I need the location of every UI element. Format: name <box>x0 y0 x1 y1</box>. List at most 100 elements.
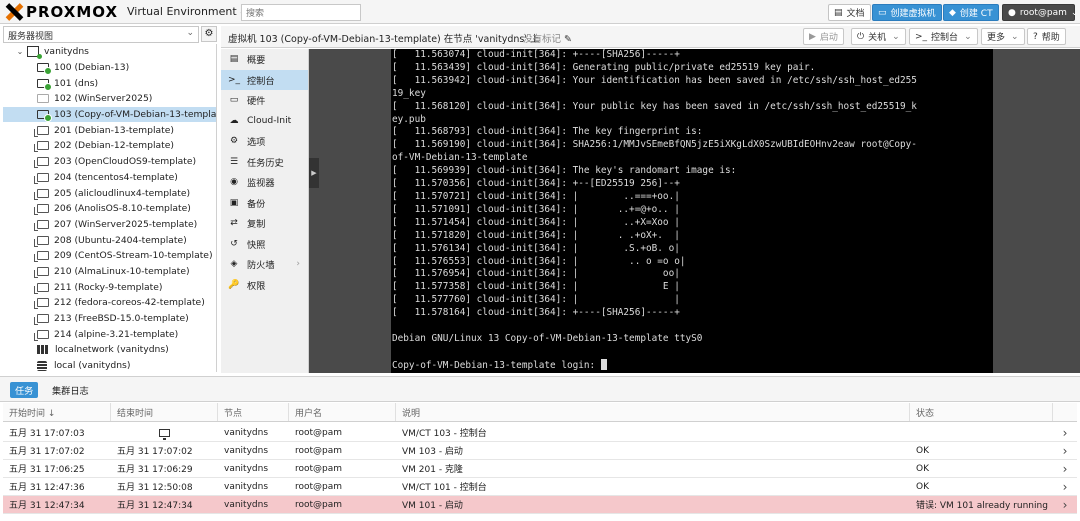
docs-button[interactable]: ▤ 文档 <box>828 4 871 21</box>
proxmox-x-icon <box>4 4 24 20</box>
tree-network[interactable]: localnetwork (vanitydns) <box>3 342 216 358</box>
running-monitor-icon <box>159 428 170 440</box>
tree-vm-item[interactable]: 202 (Debian-12-template) <box>3 138 216 154</box>
terminal-icon: >_ <box>915 31 928 42</box>
cell-node: vanitydns <box>224 499 269 510</box>
vm-monitor-icon <box>37 63 52 76</box>
cell-desc: VM/CT 103 - 控制台 <box>402 429 487 439</box>
tree-vm-item[interactable]: 209 (CentOS-Stream-10-template) <box>3 248 216 264</box>
col-end[interactable]: 结束时间 <box>111 403 218 421</box>
nav-item[interactable]: ▭ 硬件 <box>221 90 308 111</box>
chevron-right-icon[interactable]: › <box>296 259 300 269</box>
page-title: 虚拟机 103 (Copy-of-VM-Debian-13-template) … <box>228 34 540 45</box>
table-row[interactable]: 五月 31 17:07:03 vanitydns root@pam VM/CT 103… <box>3 424 1077 442</box>
console-line: [ 11.578164] cloud-init[364]: +----[SHA2… <box>392 307 680 319</box>
help-button[interactable]: ? 帮助 <box>1027 28 1066 45</box>
console-sidebar-toggle[interactable]: ▶ <box>309 158 319 188</box>
nav-item[interactable]: ⚙ 选项 <box>221 131 308 152</box>
search-input[interactable] <box>241 4 361 21</box>
nav-item[interactable]: ☁ Cloud-Init <box>221 111 308 132</box>
chevron-right-icon[interactable]: › <box>1053 478 1077 495</box>
start-button[interactable]: ▶ 启动 <box>803 28 844 45</box>
collapse-icon[interactable]: ⌄ <box>15 47 25 56</box>
user-menu-button[interactable]: ● root@pam ⌄ <box>1002 4 1078 21</box>
tree-node-root[interactable]: ⌄ vanitydns <box>3 44 216 60</box>
console-line: [ 11.576553] cloud-init[364]: | .. o =o … <box>392 255 686 267</box>
tree-vm-item[interactable]: 101 (dns) <box>3 75 216 91</box>
cell-status: OK <box>916 463 929 474</box>
server-icon <box>27 46 42 60</box>
table-row[interactable]: 五月 31 17:07:02 五月 31 17:07:02 vanitydns roo… <box>3 442 1077 460</box>
create-vm-button[interactable]: ▭ 创建虚拟机 <box>872 4 942 21</box>
tree-vm-item[interactable]: 102 (WinServer2025) <box>3 91 216 107</box>
nav-item[interactable]: 🔑 权限 <box>221 275 308 296</box>
chevron-right-icon[interactable]: › <box>1053 460 1077 477</box>
nav-item[interactable]: ⇄ 复制 <box>221 213 308 234</box>
chevron-right-icon[interactable]: › <box>1053 442 1077 459</box>
nav-icon: ⚙ <box>229 136 239 147</box>
shutdown-button[interactable]: ⏻ 关机 ⌄ <box>851 28 906 45</box>
nav-item[interactable]: ☰ 任务历史 <box>221 152 308 173</box>
col-status[interactable]: 状态 <box>910 403 1053 421</box>
table-row[interactable]: 五月 31 12:47:36 五月 31 12:50:08 vanitydns roo… <box>3 478 1077 496</box>
tree-vm-item[interactable]: 100 (Debian-13) <box>3 60 216 76</box>
col-start[interactable]: 开始时间 ↓ <box>3 403 111 421</box>
console-line: [ 11.569939] cloud-init[364]: The key's … <box>392 165 737 177</box>
col-node[interactable]: 节点 <box>218 403 289 421</box>
template-icon <box>34 141 49 153</box>
cell-desc: VM/CT 101 - 控制台 <box>402 483 487 493</box>
nav-item[interactable]: ◉ 监视器 <box>221 172 308 193</box>
help-icon: ? <box>1033 31 1038 42</box>
nav-icon: ☁ <box>229 115 239 126</box>
tree-vm-item[interactable]: 205 (alicloudlinux4-template) <box>3 185 216 201</box>
console-line: [ 11.563074] cloud-init[364]: +----[SHA2… <box>392 49 680 60</box>
tree-vm-item[interactable]: 213 (FreeBSD-15.0-template) <box>3 311 216 327</box>
proxmox-window: PROXMOX Virtual Environment 8.4.1 ▤文档 ▭创… <box>0 0 1080 521</box>
more-button[interactable]: 更多 ⌄ <box>981 28 1025 45</box>
table-row[interactable]: 五月 31 12:47:34 五月 31 12:47:34 vanitydns roo… <box>3 496 1077 514</box>
template-icon <box>34 329 49 341</box>
tree-vm-item[interactable]: 214 (alpine-3.21-template) <box>3 326 216 342</box>
tree-vm-item[interactable]: 203 (OpenCloudOS9-template) <box>3 154 216 170</box>
table-row[interactable]: 五月 31 17:06:25 五月 31 17:06:29 vanitydns roo… <box>3 460 1077 478</box>
console-line: [ 11.563942] cloud-init[364]: Your ident… <box>392 74 917 86</box>
play-icon: ▶ <box>809 31 816 42</box>
tab-tasks[interactable]: 任务 <box>10 382 39 398</box>
tree-vm-item[interactable]: 207 (WinServer2025-template) <box>3 217 216 233</box>
nav-item[interactable]: ▤ 概要 <box>221 49 308 70</box>
col-desc[interactable]: 说明 <box>396 403 910 421</box>
console-line: [ 11.577760] cloud-init[364]: | | <box>392 294 680 306</box>
console-line: [ 11.576134] cloud-init[364]: | .S.+oB. … <box>392 242 680 254</box>
proxmox-logo[interactable]: PROXMOX <box>4 3 118 21</box>
tree-vm-item[interactable]: 212 (fedora-coreos-42-template) <box>3 295 216 311</box>
tree-vm-item[interactable]: 211 (Rocky-9-template) <box>3 279 216 295</box>
col-user[interactable]: 用户名 <box>289 403 396 421</box>
tree-vm-item[interactable]: 201 (Debian-13-template) <box>3 122 216 138</box>
book-icon: ▤ <box>834 7 843 18</box>
cell-desc: VM 101 - 启动 <box>402 501 463 511</box>
chevron-down-icon: ⌄ <box>1011 31 1019 42</box>
tab-cluster-log[interactable]: 集群日志 <box>47 382 94 398</box>
tree-vm-item[interactable]: 206 (AnolisOS-8.10-template) <box>3 201 216 217</box>
vm-console[interactable]: [ 11.563074] cloud-init[364]: +----[SHA2… <box>391 49 993 373</box>
view-selector[interactable]: 服务器视图 ⌄ <box>3 26 199 43</box>
cell-start: 五月 31 12:47:36 <box>9 483 85 493</box>
tree-vm-item[interactable]: 208 (Ubuntu-2404-template) <box>3 232 216 248</box>
nav-item[interactable]: ◈ 防火墙 › <box>221 254 308 275</box>
console-button[interactable]: >_ 控制台 ⌄ <box>909 28 978 45</box>
create-ct-button[interactable]: ◆ 创建 CT <box>943 4 999 21</box>
tree-vm-item[interactable]: 103 (Copy-of-VM-Debian-13-template) <box>3 106 216 123</box>
gear-icon[interactable]: ⚙ <box>201 26 217 42</box>
tree-storage[interactable]: local (vanitydns) <box>3 358 216 372</box>
tree-vm-item[interactable]: 210 (AlmaLinux-10-template) <box>3 264 216 280</box>
cell-end: 五月 31 17:07:02 <box>117 447 193 457</box>
nav-item[interactable]: ▣ 备份 <box>221 193 308 214</box>
chevron-right-icon[interactable]: › <box>1053 496 1077 513</box>
nav-item[interactable]: >_ 控制台 <box>221 69 308 90</box>
tree-vm-item[interactable]: 204 (tencentos4-template) <box>3 170 216 186</box>
chevron-right-icon[interactable]: › <box>1053 424 1077 441</box>
nav-item[interactable]: ↺ 快照 <box>221 234 308 255</box>
cell-desc: VM 201 - 克隆 <box>402 465 463 475</box>
tags-area[interactable]: 没有标记 ✎ <box>523 31 572 45</box>
console-line: [ 11.571091] cloud-init[364]: | ..+=@+o.… <box>392 203 680 215</box>
